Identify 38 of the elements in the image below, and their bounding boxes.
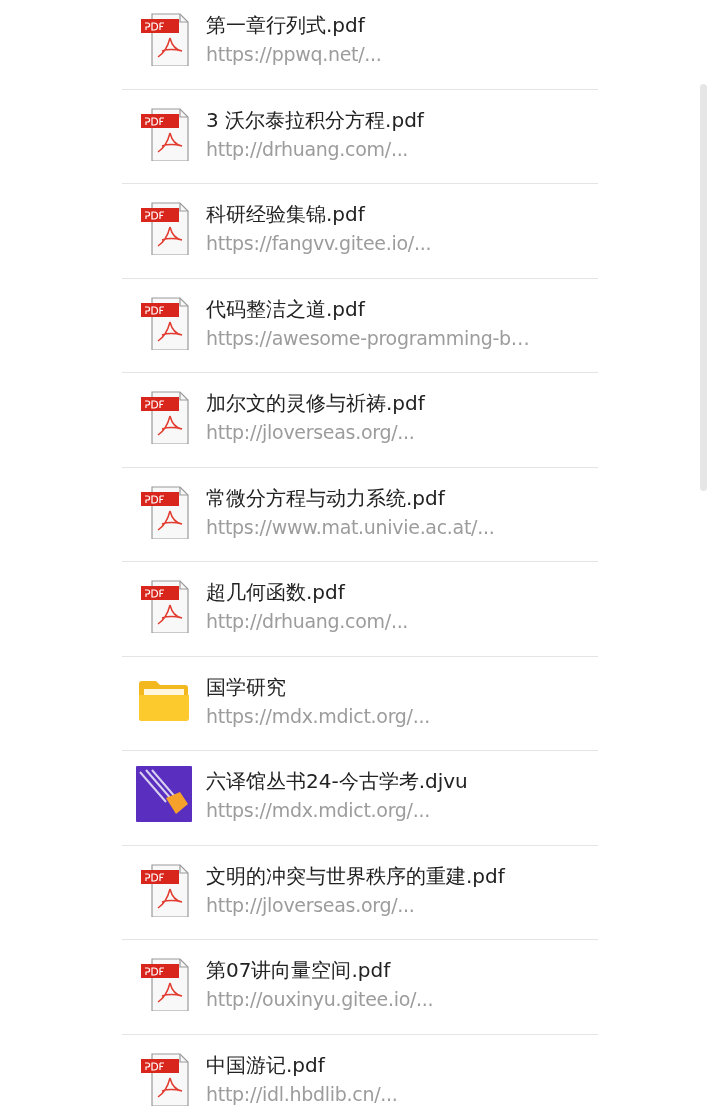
scrollbar[interactable] (700, 84, 707, 491)
source-url: https://fangvv.gitee.io/... (206, 231, 432, 256)
file-name: 第一章行列式.pdf (206, 12, 367, 39)
file-list-item[interactable]: 文明的冲突与世界秩序的重建.pdf http://jloverseas.org/... (122, 845, 598, 940)
source-url: https://ppwq.net/... (206, 42, 382, 67)
source-url: http://ouxinyu.gitee.io/... (206, 987, 434, 1012)
pen-document-icon (136, 766, 192, 822)
file-name: 国学研究 (206, 673, 287, 701)
file-list-item[interactable]: 超几何函数.pdf http://drhuang.com/... (122, 562, 598, 657)
source-url: https://mdx.mdict.org/... (206, 798, 431, 823)
file-list-item[interactable]: 加尔文的灵修与祈祷.pdf http://jloverseas.org/... (122, 373, 598, 468)
file-name: 六译馆丛书24-今古学考.djvu (206, 768, 468, 795)
file-name: 超几何函数.pdf (206, 579, 347, 606)
file-list-item[interactable]: 代码整洁之道.pdf https://awesome-programming-b… (122, 278, 598, 373)
file-list-item[interactable]: 中国游记.pdf http://idl.hbdlib.cn/... (122, 1034, 598, 1116)
file-name: 加尔文的灵修与祈祷.pdf (206, 390, 425, 417)
file-name: 科研经验集锦.pdf (206, 201, 367, 228)
file-name: 常微分方程与动力系统.pdf (206, 484, 447, 512)
file-list-item[interactable]: 科研经验集锦.pdf https://fangvv.gitee.io/... (122, 184, 598, 279)
source-url: http://jloverseas.org/... (206, 892, 416, 918)
file-list-item[interactable]: 国学研究 https://mdx.mdict.org/... (122, 656, 598, 751)
source-url: https://awesome-programming-b… (206, 325, 530, 351)
file-name: 中国游记.pdf (206, 1051, 327, 1079)
source-url: http://drhuang.com/... (206, 609, 409, 634)
file-list-item[interactable]: 第07讲向量空间.pdf http://ouxinyu.gitee.io/... (122, 940, 598, 1035)
file-list-item[interactable]: 六译馆丛书24-今古学考.djvu https://mdx.mdict.org/... (122, 751, 598, 846)
file-name: 3 沃尔泰拉积分方程.pdf (206, 106, 424, 134)
file-name: 第07讲向量空间.pdf (206, 957, 392, 984)
source-url: https://www.mat.univie.ac.at/... (206, 514, 495, 540)
file-list-item[interactable]: 常微分方程与动力系统.pdf https://www.mat.univie.ac.at/... (122, 467, 598, 562)
file-list-item[interactable]: 3 沃尔泰拉积分方程.pdf http://drhuang.com/... (122, 89, 598, 184)
source-url: http://idl.hbdlib.cn/... (206, 1081, 398, 1107)
source-url: http://jloverseas.org/... (206, 420, 416, 445)
file-name: 代码整洁之道.pdf (206, 295, 367, 323)
source-url: https://mdx.mdict.org/... (206, 703, 430, 729)
file-list-item[interactable]: 第一章行列式.pdf https://ppwq.net/... (122, 0, 598, 90)
file-name: 文明的冲突与世界秩序的重建.pdf (206, 862, 505, 890)
source-url: http://drhuang.com/... (206, 136, 410, 162)
